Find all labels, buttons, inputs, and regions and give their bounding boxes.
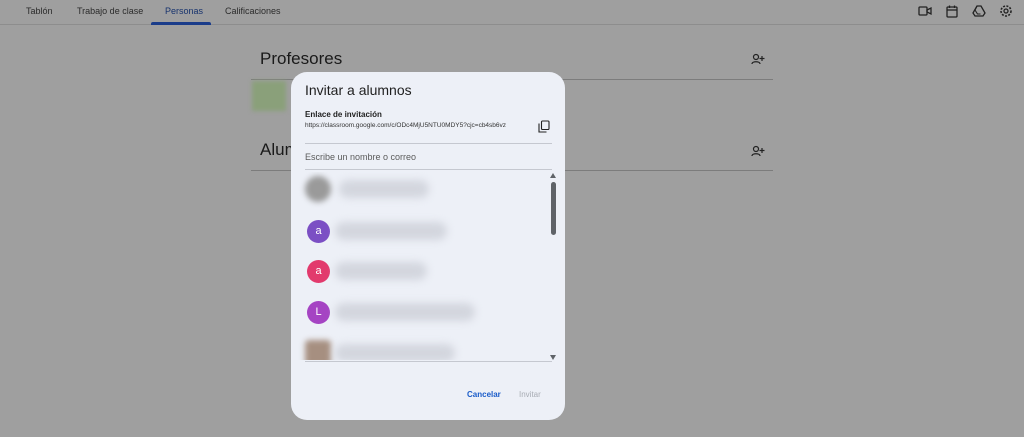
avatar: a [307,220,330,243]
scroll-down-arrow[interactable] [550,355,556,360]
contact-name-redacted [335,262,427,280]
teacher-avatar [252,81,286,111]
name-or-email-input[interactable] [305,151,505,163]
invite-button[interactable]: Invitar [519,390,541,399]
list-item[interactable]: L [291,295,565,333]
avatar [305,340,331,360]
avatar: a [307,260,330,283]
tab-tablon[interactable]: Tablón [24,0,55,25]
copy-icon[interactable] [538,120,550,133]
top-navigation: Tablón Trabajo de clase Personas Calific… [0,0,1024,25]
avatar: L [307,301,330,324]
invite-link-label: Enlace de invitación [305,110,382,119]
settings-icon[interactable] [999,4,1013,18]
search-underline [305,169,552,170]
dialog-title: Invitar a alumnos [305,82,412,98]
cancel-button[interactable]: Cancelar [467,390,501,399]
add-teacher-icon[interactable] [751,52,765,66]
scroll-up-arrow[interactable] [550,173,556,178]
suggestion-list[interactable]: a a L [291,172,565,360]
link-divider [305,143,552,144]
tab-calificaciones[interactable]: Calificaciones [223,0,283,25]
list-item[interactable]: a [291,254,565,292]
teachers-section-title: Profesores [260,49,343,68]
avatar [305,176,331,202]
list-item[interactable] [291,172,565,207]
tab-trabajo-de-clase[interactable]: Trabajo de clase [75,0,145,25]
contact-name-redacted [335,344,455,360]
drive-icon[interactable] [972,4,986,18]
invite-link-url[interactable]: https://classroom.google.com/c/ODc4MjU5N… [305,122,506,129]
list-bottom-divider [305,361,552,362]
add-student-icon[interactable] [751,144,765,158]
list-item[interactable]: a [291,213,565,251]
contact-name-redacted [339,180,429,198]
invite-students-dialog: Invitar a alumnos Enlace de invitación h… [291,72,565,420]
list-item[interactable] [291,334,565,360]
contact-name-redacted [335,222,447,240]
contact-name-redacted [335,303,475,321]
video-icon[interactable] [918,4,932,18]
scrollbar-thumb[interactable] [551,182,556,235]
active-tab-indicator [151,22,211,25]
calendar-icon[interactable] [945,4,959,18]
